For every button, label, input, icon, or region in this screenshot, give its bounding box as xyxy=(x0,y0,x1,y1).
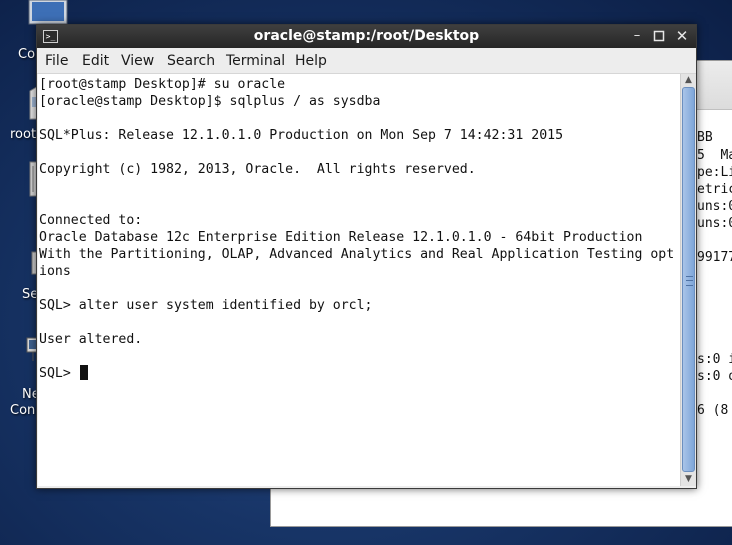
menu-edit[interactable]: Edit xyxy=(82,53,109,69)
menu-help[interactable]: Help xyxy=(295,53,327,69)
terminal-line: [oracle@stamp Desktop]$ sqlplus / as sys… xyxy=(39,94,381,109)
background-window-text: 99177 xyxy=(697,250,732,265)
window-title: oracle@stamp:/root/Desktop xyxy=(253,28,480,44)
terminal-window[interactable]: >_ oracle@stamp:/root/Desktop – ✕ File E… xyxy=(36,24,697,489)
desktop-icon-label: Co xyxy=(18,47,36,62)
terminal-line: Oracle Database 12c Enterprise Edition R… xyxy=(39,230,643,245)
close-icon[interactable]: ✕ xyxy=(674,28,690,44)
menu-terminal[interactable]: Terminal xyxy=(226,53,285,69)
background-window-text: s:0 o xyxy=(697,369,732,384)
background-window-text: uns:0 xyxy=(697,216,732,231)
maximize-icon[interactable] xyxy=(651,28,667,44)
terminal-line: ions xyxy=(39,264,71,279)
terminal-prompt: SQL> xyxy=(39,366,79,381)
background-window-text: BB xyxy=(697,130,713,145)
background-window-text: uns:0 xyxy=(697,199,732,214)
terminal-line: With the Partitioning, OLAP, Advanced An… xyxy=(39,247,675,262)
menu-file[interactable]: File xyxy=(45,53,68,69)
background-window-text: s:0 i xyxy=(697,352,732,367)
scroll-up-icon[interactable]: ▲ xyxy=(682,74,695,86)
desktop-icon-label: Con xyxy=(10,403,36,418)
scrollbar-thumb[interactable] xyxy=(682,87,695,472)
terminal-prompt-line: SQL> xyxy=(39,365,88,382)
background-window-text: 5 Ma xyxy=(697,148,732,163)
menu-bar: File Edit View Search Terminal Help xyxy=(37,49,696,74)
scroll-down-icon[interactable]: ▼ xyxy=(682,473,695,485)
menu-search[interactable]: Search xyxy=(167,53,215,69)
vertical-scrollbar[interactable]: ▲ ▼ xyxy=(680,74,696,486)
terminal-screen[interactable]: [root@stamp Desktop]# su oracle [oracle@… xyxy=(38,74,680,486)
desktop: Co root Se Ne Con BB 5 Ma pe:Li etric un… xyxy=(0,0,732,545)
desktop-icon-label: root xyxy=(10,127,37,142)
terminal-line: Copyright (c) 1982, 2013, Oracle. All ri… xyxy=(39,162,476,177)
minimize-icon[interactable]: – xyxy=(629,28,645,44)
background-window-text: pe:Li xyxy=(697,165,732,180)
title-bar[interactable]: >_ oracle@stamp:/root/Desktop – ✕ xyxy=(37,25,696,48)
terminal-line: Connected to: xyxy=(39,213,143,228)
terminal-line: User altered. xyxy=(39,332,143,347)
grip-icon xyxy=(686,276,693,286)
text-cursor xyxy=(79,365,88,380)
background-window-text: 6 (8 xyxy=(697,403,729,418)
terminal-line: SQL*Plus: Release 12.1.0.1.0 Production … xyxy=(39,128,564,143)
menu-view[interactable]: View xyxy=(121,53,154,69)
background-window-text: etric xyxy=(697,182,732,197)
terminal-line: [root@stamp Desktop]# su oracle xyxy=(39,77,286,92)
terminal-line: SQL> alter user system identified by orc… xyxy=(39,298,373,313)
